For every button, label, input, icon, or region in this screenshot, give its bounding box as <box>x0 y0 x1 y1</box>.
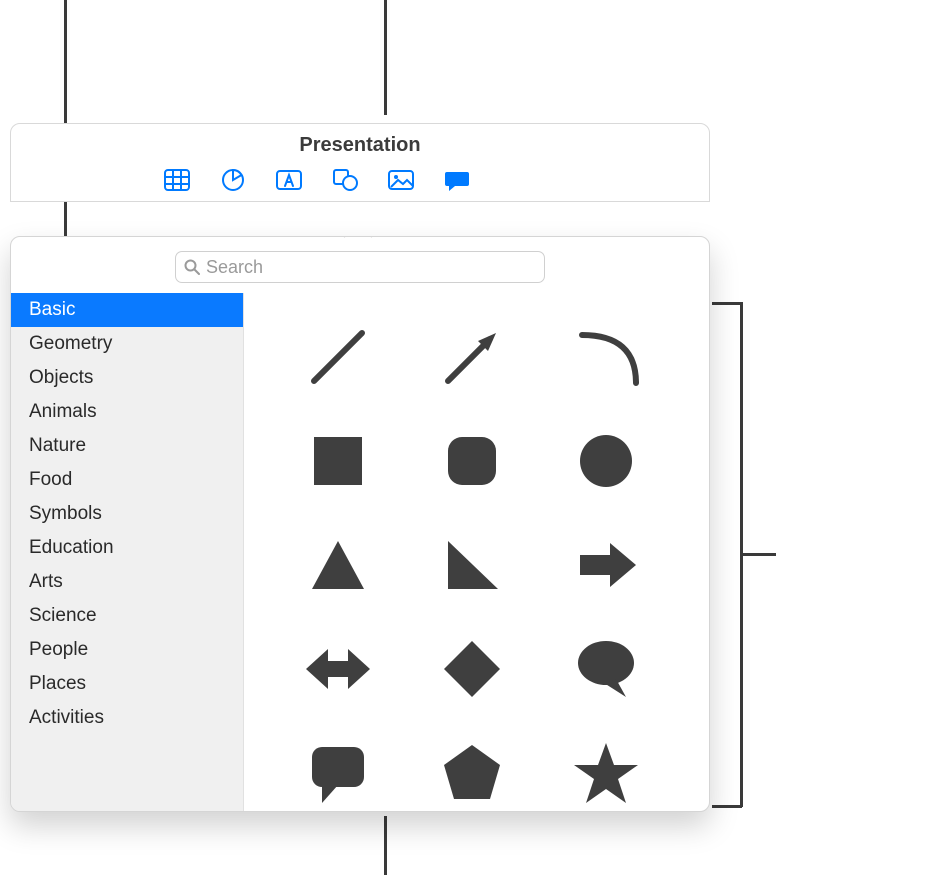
sidebar-item-label: People <box>29 639 88 660</box>
chart-button[interactable] <box>217 167 249 193</box>
sidebar-item-animals[interactable]: Animals <box>11 395 243 429</box>
table-button[interactable] <box>161 167 193 193</box>
media-icon <box>387 168 415 192</box>
callout-line <box>712 805 742 808</box>
comment-icon <box>443 168 471 192</box>
shapes-popover: Search Basic Geometry Objects Animals Nature… <box>10 236 710 812</box>
arrow-bidirectional-shape-icon <box>302 633 374 705</box>
arrow-right-shape-icon <box>570 529 642 601</box>
media-button[interactable] <box>385 167 417 193</box>
diamond-shape[interactable] <box>422 629 522 709</box>
sidebar-item-places[interactable]: Places <box>11 667 243 701</box>
sidebar-item-label: Animals <box>29 401 97 422</box>
arrow-bidirectional-shape[interactable] <box>288 629 388 709</box>
sidebar-item-basic[interactable]: Basic <box>11 293 243 327</box>
sidebar-item-nature[interactable]: Nature <box>11 429 243 463</box>
square-shape-icon <box>302 425 374 497</box>
sidebar-item-food[interactable]: Food <box>11 463 243 497</box>
sidebar-item-label: Science <box>29 605 97 626</box>
sidebar-item-arts[interactable]: Arts <box>11 565 243 599</box>
sidebar-item-label: Nature <box>29 435 86 456</box>
arrow-line-shape[interactable] <box>422 317 522 397</box>
shapes-grid <box>278 307 689 811</box>
rounded-square-shape[interactable] <box>422 421 522 501</box>
curve-shape[interactable] <box>556 317 656 397</box>
curve-shape-icon <box>570 321 642 393</box>
sidebar-item-label: Food <box>29 469 72 490</box>
sidebar-item-symbols[interactable]: Symbols <box>11 497 243 531</box>
text-button[interactable] <box>273 167 305 193</box>
text-icon <box>275 168 303 192</box>
sidebar-item-science[interactable]: Science <box>11 599 243 633</box>
sidebar-item-label: Symbols <box>29 503 102 524</box>
table-icon <box>163 168 191 192</box>
popover-body: Basic Geometry Objects Animals Nature Food Sym… <box>11 293 709 811</box>
shape-icon <box>331 168 359 192</box>
sidebar-item-objects[interactable]: Objects <box>11 361 243 395</box>
right-triangle-shape-icon <box>436 529 508 601</box>
chart-icon <box>219 168 247 192</box>
speech-bubble-square-shape[interactable] <box>288 733 388 811</box>
app-window: Presentation <box>10 123 710 202</box>
search-input[interactable]: Search <box>175 251 545 283</box>
circle-shape[interactable] <box>556 421 656 501</box>
callout-line <box>384 0 387 115</box>
comment-button[interactable] <box>441 167 473 193</box>
category-sidebar: Basic Geometry Objects Animals Nature Food Sym… <box>11 293 244 811</box>
sidebar-item-geometry[interactable]: Geometry <box>11 327 243 361</box>
search-icon <box>184 259 200 275</box>
shapes-area <box>244 293 709 811</box>
pentagon-shape-icon <box>436 737 508 809</box>
triangle-shape[interactable] <box>288 525 388 605</box>
sidebar-item-label: Places <box>29 673 86 694</box>
square-shape[interactable] <box>288 421 388 501</box>
arrow-line-shape-icon <box>436 321 508 393</box>
callout-line <box>384 816 387 875</box>
sidebar-item-label: Objects <box>29 367 93 388</box>
speech-bubble-round-shape[interactable] <box>556 629 656 709</box>
toolbar <box>11 163 709 201</box>
sidebar-item-label: Activities <box>29 707 104 728</box>
speech-bubble-round-shape-icon <box>570 633 642 705</box>
sidebar-item-label: Arts <box>29 571 63 592</box>
sidebar-item-label: Education <box>29 537 114 558</box>
right-triangle-shape[interactable] <box>422 525 522 605</box>
sidebar-item-label: Basic <box>29 299 75 320</box>
pentagon-shape[interactable] <box>422 733 522 811</box>
search-placeholder: Search <box>206 257 536 278</box>
star-shape[interactable] <box>556 733 656 811</box>
window-title: Presentation <box>11 124 709 163</box>
diamond-shape-icon <box>436 633 508 705</box>
sidebar-item-label: Geometry <box>29 333 112 354</box>
rounded-square-shape-icon <box>436 425 508 497</box>
circle-shape-icon <box>570 425 642 497</box>
triangle-shape-icon <box>302 529 374 601</box>
star-shape-icon <box>570 737 642 809</box>
line-shape[interactable] <box>288 317 388 397</box>
line-shape-icon <box>302 321 374 393</box>
speech-bubble-square-shape-icon <box>302 737 374 809</box>
sidebar-item-people[interactable]: People <box>11 633 243 667</box>
sidebar-item-education[interactable]: Education <box>11 531 243 565</box>
sidebar-item-activities[interactable]: Activities <box>11 701 243 735</box>
callout-line <box>712 302 742 305</box>
shape-button[interactable] <box>329 167 361 193</box>
callout-line <box>740 553 776 556</box>
arrow-right-shape[interactable] <box>556 525 656 605</box>
